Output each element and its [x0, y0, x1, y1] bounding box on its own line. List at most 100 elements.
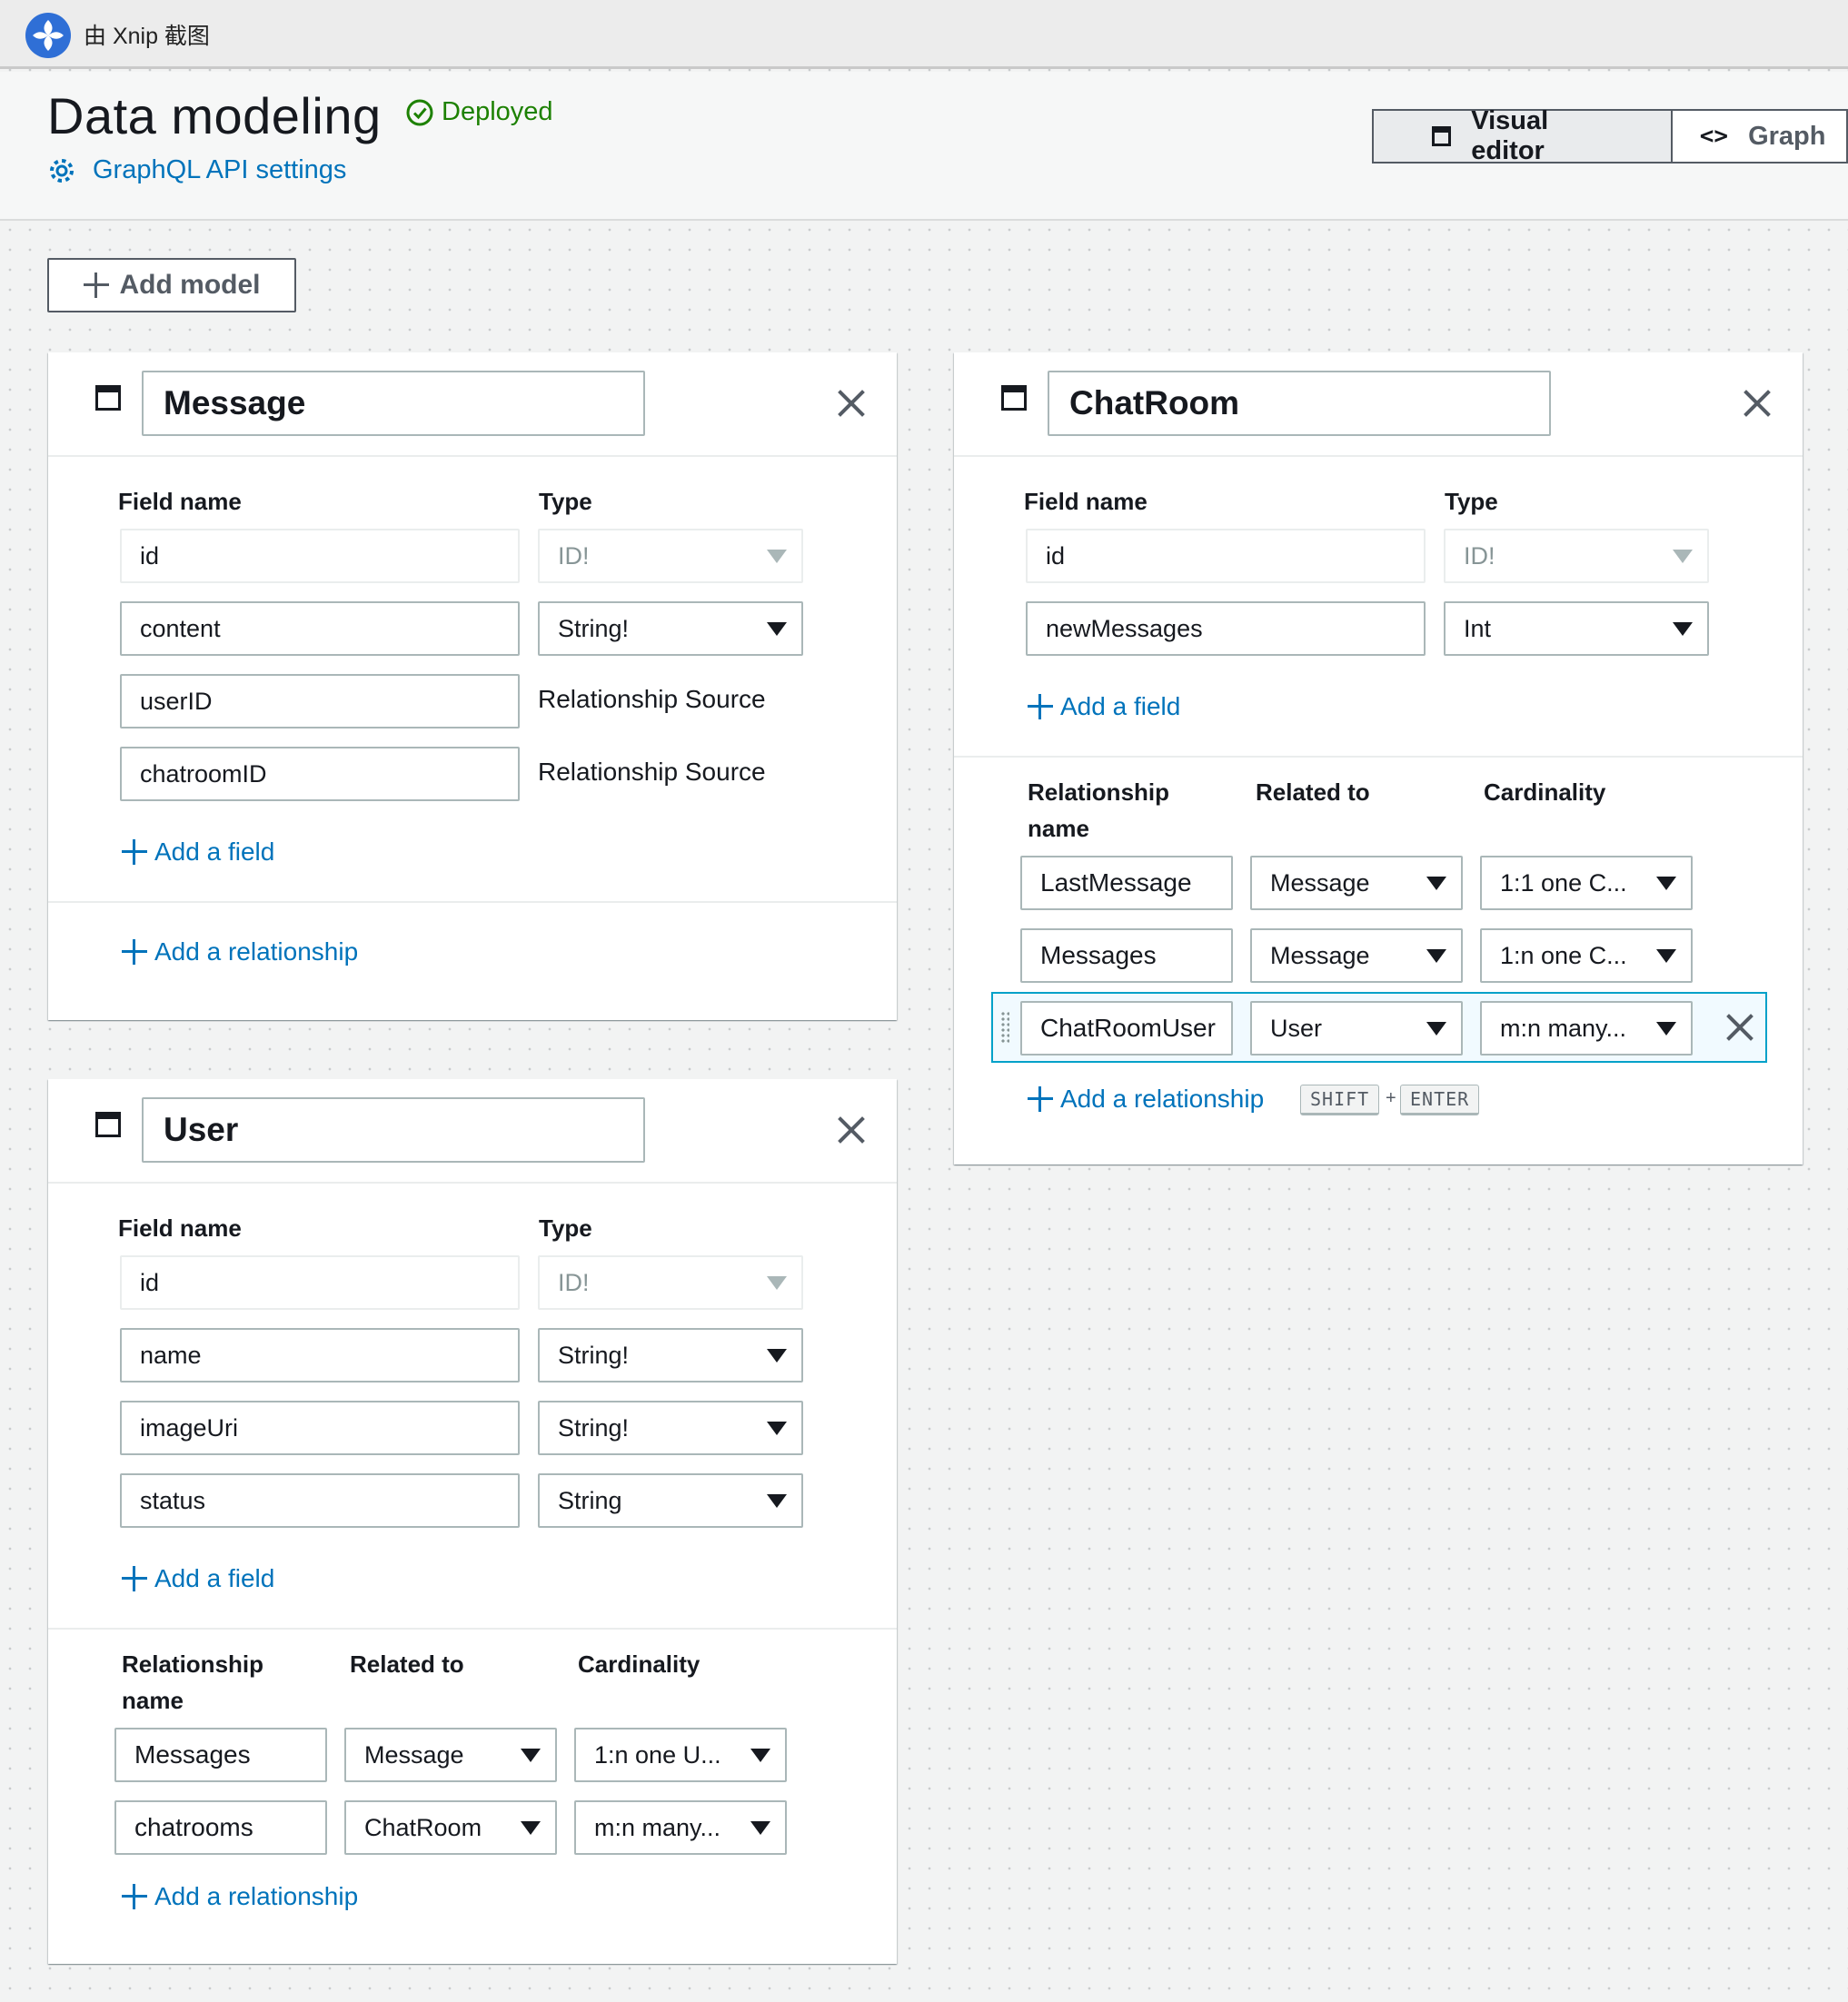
field-name-input[interactable]: status: [120, 1473, 520, 1528]
relationship-source-label: Relationship Source: [538, 685, 766, 713]
close-icon[interactable]: [837, 1115, 866, 1145]
close-icon[interactable]: [1743, 389, 1772, 418]
tab-visual-editor-label: Visual editor: [1471, 106, 1549, 165]
caret-down-icon: [1656, 949, 1676, 963]
caret-down-icon: [1656, 1022, 1676, 1036]
field-name-input: id: [120, 1255, 520, 1310]
xnip-logo-icon: [25, 13, 71, 58]
type-value: String!: [558, 1341, 630, 1369]
add-relationship-link[interactable]: Add a relationship: [122, 937, 358, 966]
type-select[interactable]: String!: [538, 1328, 803, 1383]
related-to-select[interactable]: ChatRoom: [344, 1800, 557, 1855]
page-title: Data modeling: [47, 87, 382, 144]
tab-visual-editor[interactable]: Visual editor: [1372, 106, 1673, 165]
add-relationship-link[interactable]: Add a relationship: [122, 1882, 358, 1911]
plus-icon: [1028, 1086, 1053, 1112]
plus-icon: [1028, 694, 1053, 719]
add-field-link[interactable]: Add a field: [122, 1564, 274, 1593]
field-name-input[interactable]: imageUri: [120, 1401, 520, 1455]
cardinality-value: 1:n one U...: [594, 1740, 721, 1769]
add-model-button[interactable]: Add model: [47, 258, 296, 312]
caret-down-icon: [750, 1749, 770, 1762]
model-name-input[interactable]: ChatRoom: [1048, 371, 1551, 436]
type-select: ID!: [1444, 529, 1709, 583]
type-select: ID!: [538, 529, 803, 583]
relationship-name-input[interactable]: LastMessage: [1020, 856, 1233, 910]
relationship-source-label: Relationship Source: [538, 758, 766, 786]
related-to-header: Related to: [350, 1650, 464, 1678]
field-name-input: id: [120, 529, 520, 583]
app-title-bar: 由 Xnip 截图: [0, 0, 1848, 69]
graphql-api-settings-link[interactable]: GraphQL API settings: [47, 155, 346, 185]
cardinality-select[interactable]: 1:1 one C...: [1480, 856, 1693, 910]
relationship-name-input[interactable]: Messages: [1020, 928, 1233, 983]
drag-handle-icon[interactable]: [1000, 1011, 1009, 1044]
cardinality-select[interactable]: m:n many...: [574, 1800, 787, 1855]
divider: [954, 756, 1803, 758]
type-select[interactable]: String: [538, 1473, 803, 1528]
type-select[interactable]: Int: [1444, 601, 1709, 656]
app-title: 由 Xnip 截图: [84, 24, 210, 49]
caret-down-icon: [1426, 949, 1446, 963]
plus-icon: [122, 1884, 147, 1909]
type-select[interactable]: String!: [538, 601, 803, 656]
add-field-link[interactable]: Add a field: [1028, 692, 1180, 721]
plus-icon: [83, 273, 109, 298]
cardinality-select[interactable]: 1:n one C...: [1480, 928, 1693, 983]
field-name-input[interactable]: content: [120, 601, 520, 656]
card-header: Message: [48, 352, 897, 457]
cardinality-select[interactable]: m:n many...: [1480, 1001, 1693, 1056]
model-name-input[interactable]: Message: [142, 371, 645, 436]
type-value: Int: [1464, 614, 1492, 642]
type-header: Type: [539, 488, 592, 515]
add-relationship-label: Add a relationship: [154, 1882, 359, 1910]
field-name-input[interactable]: chatroomID: [120, 747, 520, 801]
related-to-select[interactable]: User: [1250, 1001, 1463, 1056]
type-select[interactable]: String!: [538, 1401, 803, 1455]
add-relationship-label: Add a relationship: [1060, 1085, 1265, 1113]
type-value: ID!: [1464, 541, 1495, 570]
plus-icon: [122, 939, 147, 965]
caret-down-icon: [767, 1494, 787, 1508]
add-field-link[interactable]: Add a field: [122, 837, 274, 867]
cardinality-select[interactable]: 1:n one U...: [574, 1728, 787, 1782]
relationship-name-input[interactable]: chatrooms: [114, 1800, 327, 1855]
type-select: ID!: [538, 1255, 803, 1310]
page-header: Data modeling Deployed GraphQL API setti…: [0, 72, 1848, 221]
type-value: ID!: [558, 541, 590, 570]
add-field-label: Add a field: [1060, 692, 1181, 720]
remove-relationship-icon[interactable]: [1725, 1013, 1754, 1042]
gear-icon: [50, 158, 74, 183]
field-name-input[interactable]: userID: [120, 674, 520, 728]
caret-down-icon: [1426, 877, 1446, 890]
caret-down-icon: [1656, 877, 1676, 890]
related-value: Message: [364, 1740, 464, 1769]
related-value: Message: [1270, 941, 1370, 969]
plus-icon: [122, 839, 147, 865]
caret-down-icon: [521, 1749, 541, 1762]
add-model-label: Add model: [119, 270, 261, 300]
relationship-name-input[interactable]: ChatRoomUser: [1020, 1001, 1233, 1056]
add-relationship-link[interactable]: Add a relationship: [1028, 1085, 1264, 1114]
cardinality-header: Cardinality: [1484, 778, 1606, 806]
type-header: Type: [539, 1214, 592, 1242]
model-card-chatroom: ChatRoom Field name Type id ID! newMessa…: [954, 352, 1803, 1165]
field-name-input[interactable]: newMessages: [1026, 601, 1426, 656]
related-to-select[interactable]: Message: [344, 1728, 557, 1782]
related-to-select[interactable]: Message: [1250, 928, 1463, 983]
field-name-input[interactable]: name: [120, 1328, 520, 1383]
related-to-select[interactable]: Message: [1250, 856, 1463, 910]
type-value: ID!: [558, 1268, 590, 1296]
model-name-input[interactable]: User: [142, 1097, 645, 1163]
caret-down-icon: [750, 1821, 770, 1835]
caret-down-icon: [521, 1821, 541, 1835]
field-name-header: Field name: [118, 1214, 242, 1242]
relationship-name-header: Relationship name: [122, 1650, 264, 1714]
tab-graphql-schema[interactable]: <> Graph: [1672, 109, 1848, 164]
field-name-input: id: [1026, 529, 1426, 583]
close-icon[interactable]: [837, 389, 866, 418]
model-icon: [1001, 385, 1027, 411]
related-value: User: [1270, 1014, 1323, 1042]
relationship-name-input[interactable]: Messages: [114, 1728, 327, 1782]
window-icon: [1432, 126, 1452, 146]
